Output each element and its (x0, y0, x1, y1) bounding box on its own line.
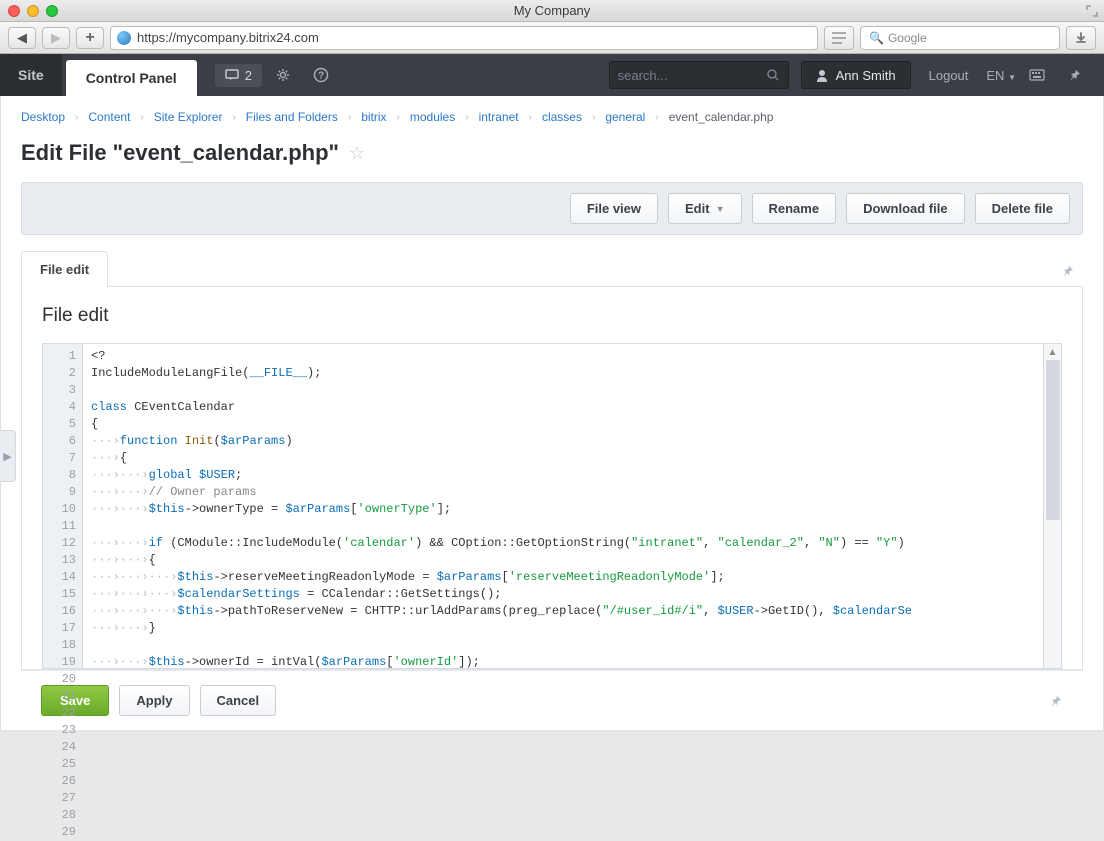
fullscreen-icon[interactable] (1086, 5, 1098, 17)
pin-icon (1061, 264, 1075, 278)
breadcrumb-separator-icon: › (529, 112, 532, 123)
header-search[interactable]: search... (609, 61, 789, 89)
cancel-button[interactable]: Cancel (200, 685, 277, 716)
page-title: Edit File "event_calendar.php" (21, 140, 339, 166)
pin-header-button[interactable] (1058, 61, 1092, 89)
download-button[interactable]: Download file (846, 193, 965, 224)
notif-count: 2 (245, 68, 252, 83)
scroll-up-arrow-icon[interactable]: ▲ (1044, 344, 1061, 360)
keyboard-icon (1029, 69, 1045, 81)
scroll-thumb[interactable] (1046, 360, 1060, 520)
action-bar: File view Edit▼ Rename Download file Del… (21, 182, 1083, 235)
breadcrumb-link[interactable]: Files and Folders (246, 110, 338, 124)
breadcrumb-separator-icon: › (655, 112, 658, 123)
control-panel-tab[interactable]: Control Panel (66, 60, 197, 96)
breadcrumb-link[interactable]: Desktop (21, 110, 65, 124)
logout-link[interactable]: Logout (929, 68, 969, 83)
site-tab[interactable]: Site (0, 54, 62, 96)
url-bar[interactable]: https://mycompany.bitrix24.com (110, 26, 818, 50)
browser-toolbar: ◀ ▶ + https://mycompany.bitrix24.com 🔍 G… (0, 22, 1104, 54)
mac-titlebar: My Company (0, 0, 1104, 22)
search-magnifier-icon: 🔍 (869, 31, 884, 45)
breadcrumb-separator-icon: › (75, 112, 78, 123)
breadcrumb-link[interactable]: Content (88, 110, 130, 124)
add-bookmark-button[interactable]: + (76, 27, 104, 49)
favorite-star-icon[interactable]: ☆ (349, 143, 365, 164)
user-icon (816, 69, 828, 82)
breadcrumb-separator-icon: › (397, 112, 400, 123)
vertical-scrollbar[interactable]: ▲ (1043, 344, 1061, 668)
url-text: https://mycompany.bitrix24.com (137, 30, 319, 45)
tabs: File edit (21, 251, 1083, 287)
breadcrumb-link[interactable]: modules (410, 110, 455, 124)
delete-button[interactable]: Delete file (975, 193, 1070, 224)
breadcrumb-link[interactable]: intranet (479, 110, 519, 124)
breadcrumb-separator-icon: › (140, 112, 143, 123)
search-placeholder: search... (618, 68, 668, 83)
downloads-button[interactable] (1066, 26, 1096, 50)
settings-button[interactable] (266, 61, 300, 89)
breadcrumb-link[interactable]: classes (542, 110, 582, 124)
breadcrumb-separator-icon: › (465, 112, 468, 123)
zoom-window-button[interactable] (46, 5, 58, 17)
help-button[interactable]: ? (304, 61, 338, 89)
pin-tabs-button[interactable] (1053, 256, 1083, 286)
panel-heading: File edit (42, 305, 1062, 327)
back-button[interactable]: ◀ (8, 27, 36, 49)
close-window-button[interactable] (8, 5, 20, 17)
apply-button[interactable]: Apply (119, 685, 189, 716)
pin-icon (1068, 68, 1082, 82)
app-header: Site Control Panel 2 ? search... Ann Smi… (0, 54, 1104, 96)
breadcrumb: Desktop › Content › Site Explorer › Files and … (1, 96, 1103, 136)
user-menu[interactable]: Ann Smith (801, 61, 911, 89)
svg-text:?: ? (318, 71, 324, 82)
breadcrumb-separator-icon: › (592, 112, 595, 123)
breadcrumb-current: event_calendar.php (669, 110, 774, 124)
editor-panel: File edit 123456789101112131415161718192… (21, 287, 1083, 670)
minimize-window-button[interactable] (27, 5, 39, 17)
rename-button[interactable]: Rename (752, 193, 837, 224)
pin-bottom-button[interactable] (1049, 694, 1063, 708)
browser-search[interactable]: 🔍 Google (860, 26, 1060, 50)
edit-button[interactable]: Edit▼ (668, 193, 741, 224)
file-view-button[interactable]: File view (570, 193, 658, 224)
chevron-down-icon: ▼ (716, 204, 725, 214)
code-editor[interactable]: 1234567891011121314151617181920212223242… (42, 343, 1062, 669)
code-area[interactable]: <?IncludeModuleLangFile(__FILE__); class… (83, 344, 1043, 668)
browser-search-placeholder: Google (888, 31, 927, 45)
main-content: Desktop › Content › Site Explorer › Files and … (0, 96, 1104, 731)
page-title-row: Edit File "event_calendar.php" ☆ (1, 136, 1103, 182)
gear-icon (275, 67, 291, 83)
pin-icon (1049, 694, 1063, 708)
globe-icon (117, 31, 131, 45)
breadcrumb-separator-icon: › (348, 112, 351, 123)
tab-file-edit[interactable]: File edit (21, 251, 108, 287)
breadcrumb-separator-icon: › (232, 112, 235, 123)
chat-icon (225, 69, 239, 81)
bottom-action-row: Save Apply Cancel (21, 670, 1083, 730)
window-title: My Company (514, 3, 591, 18)
notifications-button[interactable]: 2 (215, 64, 262, 87)
traffic-lights (8, 5, 58, 17)
reader-button[interactable] (824, 26, 854, 50)
search-icon (766, 68, 780, 82)
user-name: Ann Smith (836, 68, 896, 83)
breadcrumb-link[interactable]: Site Explorer (154, 110, 223, 124)
line-gutter: 1234567891011121314151617181920212223242… (43, 344, 83, 668)
side-panel-toggle[interactable]: ▶ (0, 430, 16, 482)
lang-selector[interactable]: EN ▼ (986, 68, 1016, 83)
forward-button[interactable]: ▶ (42, 27, 70, 49)
keyboard-button[interactable] (1020, 61, 1054, 89)
breadcrumb-link[interactable]: bitrix (361, 110, 386, 124)
help-icon: ? (313, 67, 329, 83)
breadcrumb-link[interactable]: general (605, 110, 645, 124)
